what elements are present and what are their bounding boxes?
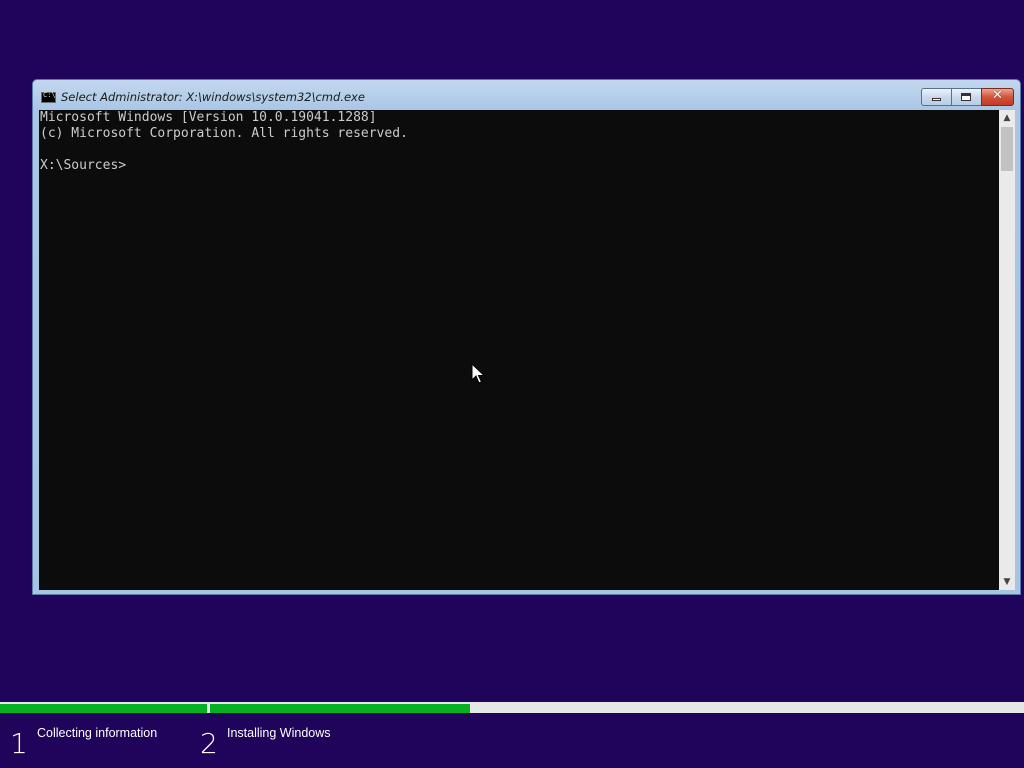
step-number: 1 (10, 727, 28, 760)
mouse-cursor-icon (471, 363, 485, 384)
console-output[interactable]: Microsoft Windows [Version 10.0.19041.12… (39, 110, 999, 590)
scroll-down-icon[interactable]: ▼ (999, 574, 1015, 590)
vertical-scrollbar[interactable]: ▲ ▼ (999, 110, 1015, 590)
progress-segment-installing (210, 704, 470, 713)
cmd-window[interactable]: Select Administrator: X:\windows\system3… (32, 79, 1021, 595)
cmd-icon (41, 91, 56, 103)
close-icon: ✕ (992, 88, 1003, 103)
step-label-collecting: Collecting information (37, 726, 158, 740)
minimize-button[interactable] (921, 88, 951, 106)
maximize-icon (961, 93, 971, 101)
console-line-version: Microsoft Windows [Version 10.0.19041.12… (40, 110, 377, 125)
setup-screen: Select Administrator: X:\windows\system3… (0, 0, 1024, 768)
scroll-up-icon[interactable]: ▲ (999, 110, 1015, 126)
close-button[interactable]: ✕ (981, 88, 1014, 106)
step-label-installing: Installing Windows (227, 726, 331, 740)
step-number: 2 (200, 727, 218, 760)
maximize-button[interactable] (951, 88, 981, 106)
title-bar[interactable]: Select Administrator: X:\windows\system3… (33, 80, 1020, 110)
progress-segment-collecting (0, 704, 207, 713)
console-prompt[interactable]: X:\Sources> (40, 158, 126, 174)
caption-buttons: ✕ (921, 88, 1014, 106)
window-title: Select Administrator: X:\windows\system3… (61, 90, 365, 104)
scroll-thumb[interactable] (1001, 127, 1013, 171)
setup-progress-bar (0, 702, 1024, 713)
console-line-copyright: (c) Microsoft Corporation. All rights re… (40, 126, 408, 141)
setup-steps: 1 Collecting information 2 Installing Wi… (0, 720, 1024, 768)
minimize-icon (932, 98, 941, 101)
